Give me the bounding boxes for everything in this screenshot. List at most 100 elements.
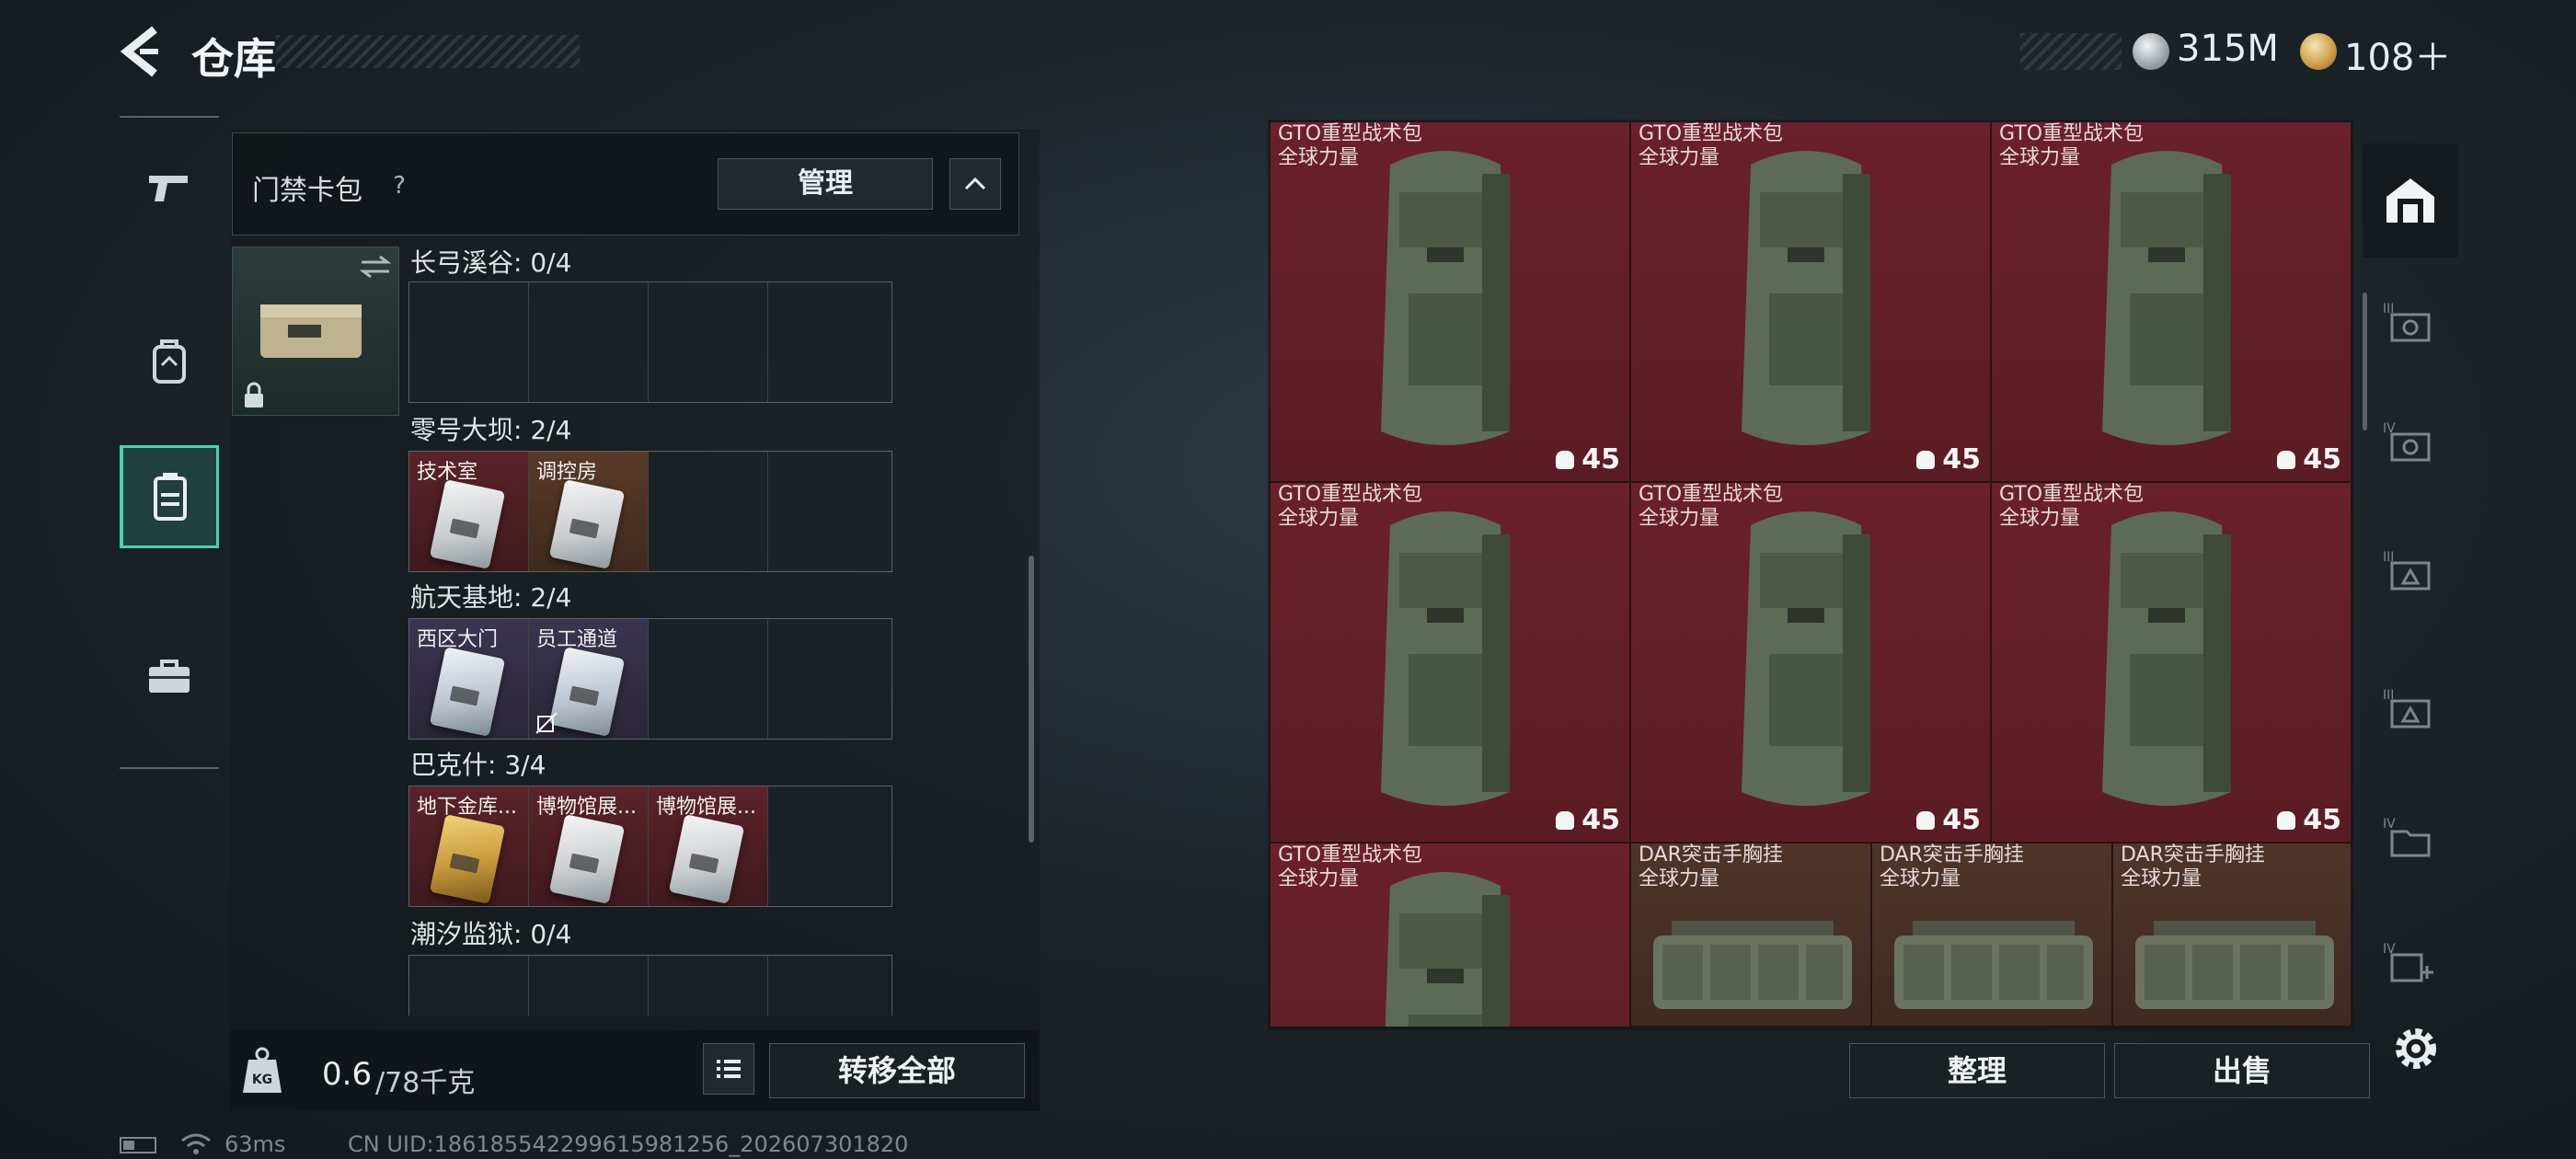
stash-item[interactable]: GTO重型战术包 全球力量 45: [1991, 482, 2352, 843]
rnav-tier-3-warning-box[interactable]: III: [2363, 524, 2458, 616]
rnav-tier-3-warning-box-2[interactable]: III: [2363, 662, 2458, 754]
nav-keycard-pack[interactable]: [120, 445, 219, 548]
chest-rig-image: [1653, 921, 1852, 1009]
keycard-slot-empty[interactable]: [529, 956, 649, 1016]
item-tag: 全球力量: [1278, 146, 1360, 169]
keycard-image: [429, 479, 506, 569]
keycard-slot-empty[interactable]: [649, 452, 768, 571]
keycard-slot-empty[interactable]: [649, 956, 768, 1016]
back-arrow-icon[interactable]: [118, 24, 164, 79]
zone-label: 潮汐监狱: 0/4: [410, 919, 572, 949]
item-tag: 全球力量: [1278, 507, 1360, 530]
keycard-slot[interactable]: 西区大门: [409, 619, 529, 739]
keycard-name: 地下金库...: [417, 796, 517, 819]
keycard-slot[interactable]: 员工通道: [529, 619, 649, 739]
list-view-button[interactable]: [703, 1043, 754, 1095]
sell-button[interactable]: 出售: [2114, 1043, 2370, 1098]
title-decoration: [276, 35, 580, 68]
stash-item[interactable]: DAR突击手胸挂 全球力量: [1871, 843, 2112, 1027]
transfer-all-button[interactable]: 转移全部: [769, 1043, 1025, 1098]
item-tag: 全球力量: [2121, 867, 2202, 890]
tier-3-warning-box-icon-2: III: [2383, 688, 2431, 729]
keycard-slot-empty[interactable]: [768, 956, 888, 1016]
keycard-slot-empty[interactable]: [768, 786, 888, 906]
item-count: 45: [1556, 443, 1620, 476]
keycard-image: [429, 647, 506, 737]
keycard-name: 调控房: [536, 461, 598, 484]
keycard-name: 西区大门: [417, 628, 499, 651]
item-tag: 全球力量: [1999, 507, 2081, 530]
stash-item[interactable]: DAR突击手胸挂 全球力量: [2112, 843, 2352, 1027]
keycard-holder-slot[interactable]: [232, 247, 399, 416]
keycard-pack-icon: [153, 473, 187, 521]
keycard-slot[interactable]: 地下金库...: [409, 786, 529, 906]
keycard-image: [548, 479, 626, 569]
item-count: 45: [2277, 804, 2341, 836]
manage-button[interactable]: 管理: [718, 158, 933, 210]
keycard-slot-empty[interactable]: [409, 282, 529, 402]
stash-item[interactable]: GTO重型战术包 全球力量 45: [1630, 482, 1991, 843]
collapse-button[interactable]: [949, 158, 1001, 210]
nav-weapons[interactable]: [120, 138, 219, 239]
keycard-slot[interactable]: 博物馆展...: [529, 786, 649, 906]
item-count-value: 45: [1942, 443, 1981, 476]
rnav-tier-3-camera[interactable]: III: [2363, 276, 2458, 368]
stash-item[interactable]: GTO重型战术包 全球力量 45: [1270, 121, 1630, 482]
help-icon[interactable]: ?: [383, 169, 416, 202]
stash-item[interactable]: GTO重型战术包 全球力量: [1270, 843, 1630, 1027]
item-count: 45: [1916, 804, 1981, 836]
backpack-image: [1385, 872, 1510, 1027]
stash-item[interactable]: GTO重型战术包 全球力量 45: [1630, 121, 1991, 482]
keycard-slot-empty[interactable]: [409, 956, 529, 1016]
keycard-slot-empty[interactable]: [649, 619, 768, 739]
storage-home-icon: [2386, 178, 2434, 223]
right-storage-nav: III IV III III IV IV: [2363, 120, 2458, 1067]
rnav-tier-4-add-box[interactable]: IV: [2363, 916, 2458, 1008]
keycard-slot[interactable]: 调控房: [529, 452, 649, 571]
keycard-slot[interactable]: 博物馆展...: [649, 786, 768, 906]
item-name: DAR突击手胸挂: [1639, 843, 1783, 866]
gear-icon[interactable]: [2388, 1021, 2444, 1076]
keycard-image: [429, 814, 506, 904]
keycard-slot-empty[interactable]: [768, 282, 888, 402]
item-tag: 全球力量: [1278, 867, 1360, 890]
bag-icon: [1556, 451, 1575, 469]
rnav-storage-home[interactable]: [2363, 143, 2458, 258]
stash-item[interactable]: GTO重型战术包 全球力量 45: [1270, 482, 1630, 843]
sort-button[interactable]: 整理: [1849, 1043, 2105, 1098]
rnav-tier-4-folder[interactable]: IV: [2363, 791, 2458, 883]
rnav-tier-4-camera[interactable]: IV: [2363, 396, 2458, 488]
gold-currency-amount[interactable]: 108＋: [2344, 28, 2451, 81]
nav-briefcase[interactable]: [120, 625, 219, 727]
silver-coin-icon: [2133, 33, 2169, 70]
keycard-pack-scrollbar[interactable]: [1029, 556, 1034, 843]
gold-coin-icon: [2300, 33, 2337, 70]
keycard-name: 博物馆展...: [536, 796, 637, 819]
swap-icon[interactable]: [358, 253, 393, 281]
stash-item[interactable]: DAR突击手胸挂 全球力量: [1630, 843, 1871, 1027]
bag-icon: [2277, 451, 2296, 469]
nav-equipment[interactable]: [120, 311, 219, 412]
keycard-slot[interactable]: 技术室: [409, 452, 529, 571]
item-name: DAR突击手胸挂: [2121, 843, 2265, 866]
currency-decoration: [2020, 33, 2122, 70]
item-tag: 全球力量: [1999, 146, 2081, 169]
left-category-nav: [120, 116, 219, 769]
briefcase-icon: [149, 660, 190, 693]
keycard-slot-empty[interactable]: [529, 282, 649, 402]
item-count-value: 45: [2303, 443, 2341, 476]
item-tag: 全球力量: [1880, 867, 1961, 890]
item-tag: 全球力量: [1639, 146, 1720, 169]
keycard-slot-empty[interactable]: [768, 619, 888, 739]
tier-4-folder-icon: IV: [2383, 817, 2431, 857]
keycard-slot-empty[interactable]: [649, 282, 768, 402]
keycard-slot-empty[interactable]: [768, 452, 888, 571]
zone-label: 航天基地: 2/4: [410, 582, 572, 613]
item-tag: 全球力量: [1639, 867, 1720, 890]
backpack-image: [1381, 151, 1510, 445]
item-count: 45: [2277, 443, 2341, 476]
stash-item[interactable]: GTO重型战术包 全球力量 45: [1991, 121, 2352, 482]
keycard-pack-label: 门禁卡包: [252, 175, 362, 207]
no-transfer-icon: [535, 712, 558, 734]
stash-scrollbar[interactable]: [2363, 293, 2367, 430]
